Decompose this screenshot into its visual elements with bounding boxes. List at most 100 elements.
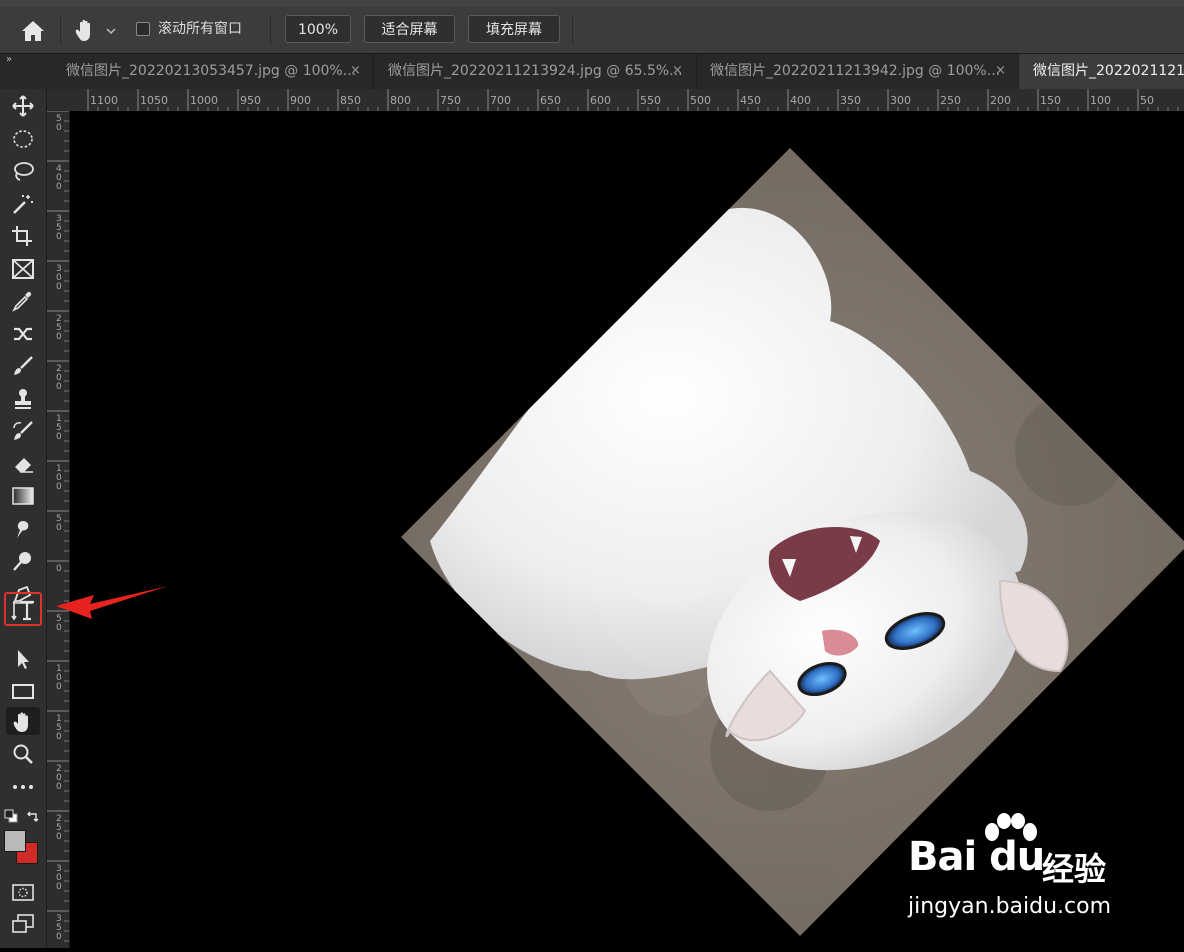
ruler-label: 850 [340,94,361,107]
fit-screen-button[interactable]: 适合屏幕 [364,15,455,43]
lasso-tool[interactable] [6,156,40,184]
more-tools[interactable] [6,772,40,800]
scroll-all-windows-checkbox[interactable] [136,22,150,36]
ruler-label: 450 [740,94,761,107]
document-tab-active[interactable]: 微信图片_20220211213 [1019,54,1184,90]
ruler-label: 100 [1090,94,1111,107]
watermark-logo-text: Bai du [908,834,1045,880]
ruler-label: 300 [890,94,911,107]
ruler-label: 0 [56,682,62,692]
document-tab[interactable]: 微信图片_20220211213942.jpg @ 100%... × [697,54,1019,90]
tab-label: 微信图片_20220211213942.jpg @ 100%... [710,63,1001,79]
hand-tool-preset-picker[interactable] [70,17,122,45]
close-icon[interactable]: × [350,54,361,88]
gradient-tool[interactable] [6,481,40,509]
clone-stamp-tool[interactable] [6,384,40,412]
zoom-tool[interactable] [6,739,40,767]
eyedropper-tool[interactable] [6,286,40,314]
move-tool[interactable] [6,91,40,119]
screen-mode-icon [12,914,34,933]
ruler-label: 400 [790,94,811,107]
brush-tool[interactable] [6,351,40,379]
ruler-label: 0 [56,832,62,842]
ruler-label: 950 [240,94,261,107]
foreground-color-swatch[interactable] [4,830,26,852]
ruler-label: 700 [490,94,511,107]
tab-label: 微信图片_20220213053457.jpg @ 100%... [66,63,357,79]
ruler-label: 0 [56,882,62,892]
ruler-label: 900 [290,94,311,107]
ruler-label: 0 [56,123,62,133]
options-separator [270,15,271,45]
magic-wand-tool[interactable] [6,189,40,217]
swap-colors-icon[interactable] [26,809,40,823]
document-tab-strip: » 微信图片_20220213053457.jpg @ 100%... × 微信… [0,53,1184,90]
smudge-icon [17,521,29,538]
ruler-label: 0 [56,932,62,942]
history-brush-tool[interactable] [6,416,40,444]
ruler-label: 550 [640,94,661,107]
ruler-label: 150 [1040,94,1061,107]
ruler-label: 0 [56,523,62,533]
crop-icon [12,226,32,246]
path-selection-tool[interactable] [6,644,40,672]
ruler-label: 0 [56,623,62,633]
vertical-type-tool[interactable] [4,592,42,626]
ruler-label: 500 [690,94,711,107]
ruler-label: 0 [56,182,62,192]
home-icon [22,21,44,41]
ruler-label: 1100 [90,94,118,107]
panel-collapse-button[interactable]: » [6,54,12,65]
ruler-label: 0 [56,732,62,742]
ruler-label: 0 [56,482,62,492]
ruler-label: 0 [56,232,62,242]
tools-panel [0,89,47,948]
ruler-label: 0 [56,432,62,442]
hand-icon [13,712,28,732]
dodge-tool[interactable] [6,546,40,574]
color-controls [4,809,42,825]
fill-screen-button[interactable]: 填充屏幕 [468,15,560,43]
zoom-icon [13,744,33,764]
ellipsis-icon [13,785,33,789]
document-tab[interactable]: 微信图片_20220213053457.jpg @ 100%... × [48,54,374,90]
smudge-tool[interactable] [6,514,40,542]
ruler-label: 1000 [190,94,218,107]
ruler-label: 250 [940,94,961,107]
ruler-label: 750 [440,94,461,107]
rectangle-tool[interactable] [6,676,40,704]
close-icon[interactable]: × [995,54,1006,88]
elliptical-marquee-tool[interactable] [6,124,40,152]
home-button[interactable] [14,18,52,44]
ruler-label: 0 [56,382,62,392]
screen-mode-button[interactable] [6,909,40,937]
scroll-all-windows-label: 滚动所有窗口 [158,21,242,37]
quick-mask-button[interactable] [6,877,40,905]
frame-tool[interactable] [6,254,40,282]
zoom-100-button[interactable]: 100% [285,15,351,43]
document-tab[interactable]: 微信图片_20220211213924.jpg @ 65.5%... × [374,54,697,90]
default-colors-icon[interactable] [4,809,18,823]
vertical-type-icon [11,600,34,621]
ruler-label: 800 [390,94,411,107]
vertical-ruler: 5040035030025020015010050050100150200250… [47,110,70,952]
eraser-tool[interactable] [6,449,40,477]
frame-icon [12,259,34,279]
horizontal-ruler: 1100 1050 1000 950 900 850 800 750 700 650 600 550 5… [47,89,1184,112]
ruler-label: 1050 [140,94,168,107]
move-icon [12,95,34,117]
options-bar: 滚动所有窗口 100% 适合屏幕 填充屏幕 [0,7,1184,53]
close-icon[interactable]: × [672,54,683,88]
ruler-label: 600 [590,94,611,107]
ruler-label: 50 [1140,94,1154,107]
history-brush-icon [13,421,33,440]
hand-tool[interactable] [6,707,40,735]
arrow-select-icon [18,650,29,669]
healing-brush-tool[interactable] [6,319,40,347]
ellipse-marquee-icon [13,130,33,148]
ruler-label: 350 [840,94,861,107]
watermark-jingyan-text: 经验 [1042,850,1107,888]
gradient-icon [12,487,34,505]
crop-tool[interactable] [6,221,40,249]
ruler-label: 200 [990,94,1011,107]
